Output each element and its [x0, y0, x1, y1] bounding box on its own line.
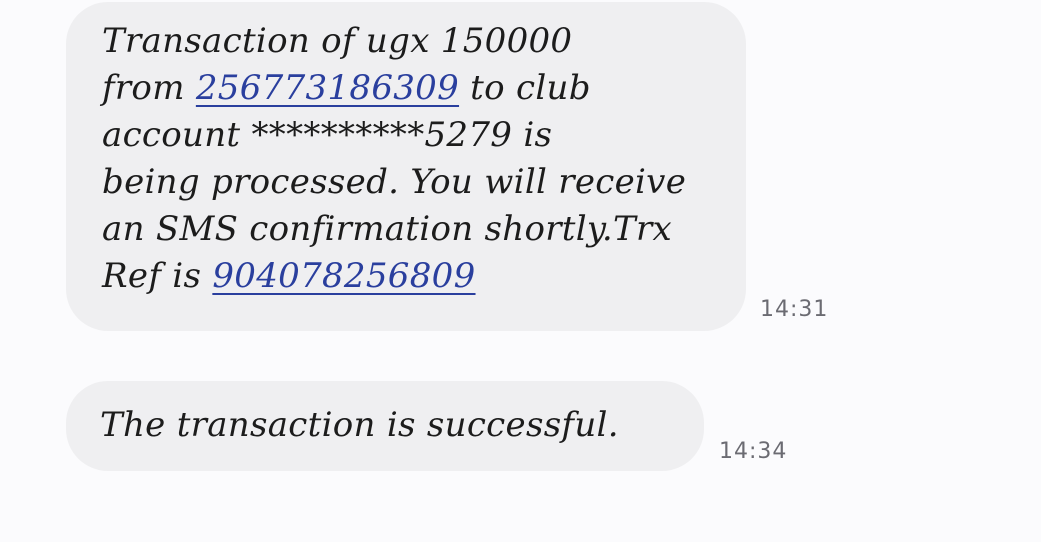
message-line: account **********5279 is: [102, 115, 553, 155]
phone-number-link[interactable]: 256773186309: [196, 68, 459, 108]
message-line: from 256773186309 to club: [102, 65, 716, 112]
message-timestamp: 14:31: [760, 297, 829, 322]
message-line: Transaction of ugx 150000: [102, 21, 573, 61]
message-text: Ref is: [102, 256, 213, 296]
message-timestamp: 14:34: [719, 439, 788, 464]
message-line: an SMS confirmation shortly.Trx: [102, 209, 673, 249]
message-bubble[interactable]: Transaction of ugx 150000 from 256773186…: [66, 2, 746, 331]
message-line: Ref is 904078256809: [102, 253, 716, 300]
message-line: The transaction is successful.: [100, 405, 619, 445]
message-bubble[interactable]: The transaction is successful.: [66, 381, 704, 471]
message-line: being processed. You will receive: [102, 162, 687, 202]
message-thread: Transaction of ugx 150000 from 256773186…: [0, 0, 1041, 542]
reference-number-link[interactable]: 904078256809: [212, 256, 475, 296]
message-text: to club: [459, 68, 591, 108]
message-text: from: [102, 68, 196, 108]
